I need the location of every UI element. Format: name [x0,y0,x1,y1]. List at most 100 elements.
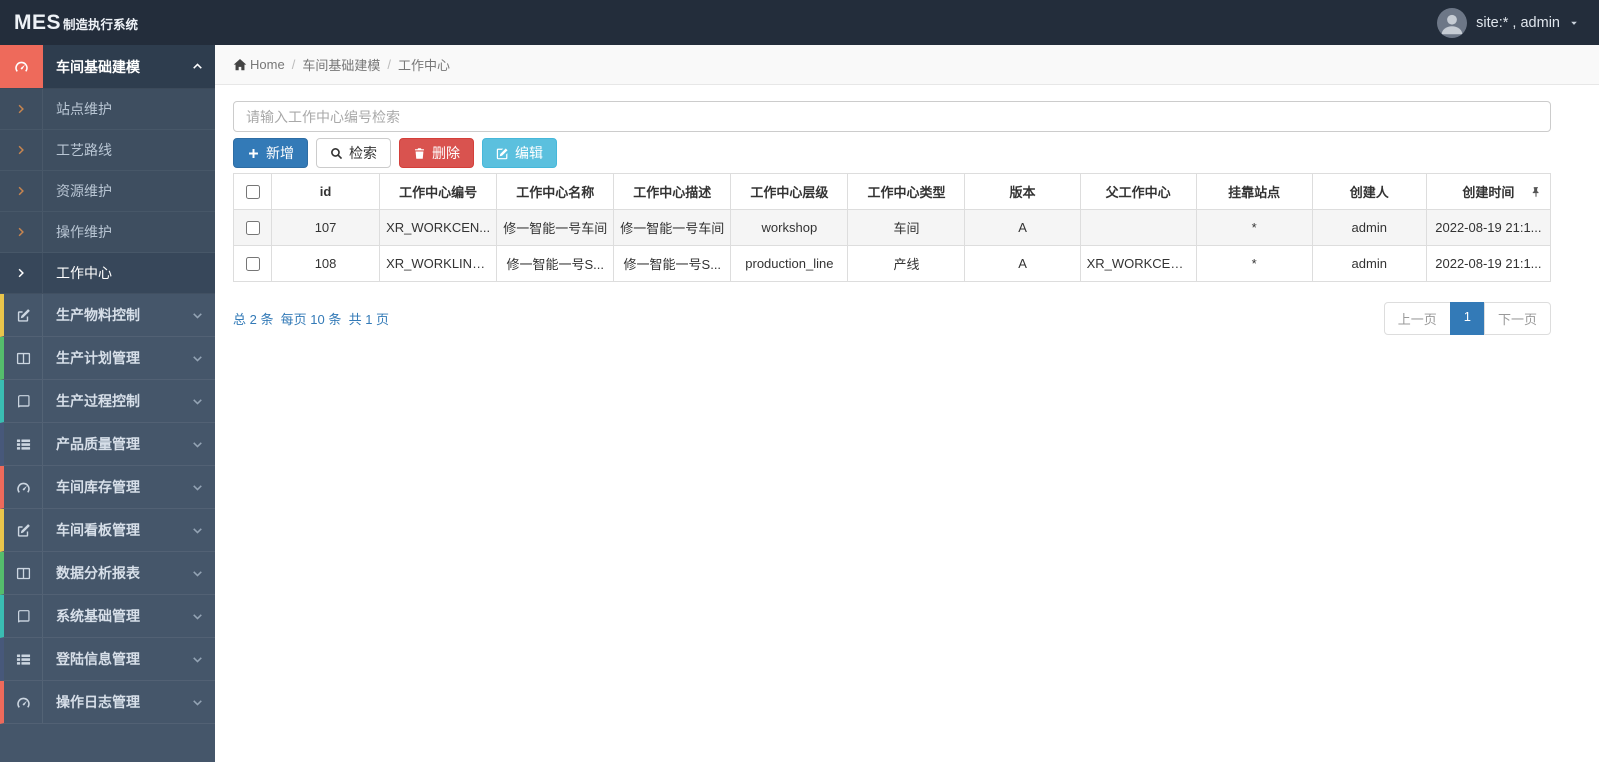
cell-site: * [1195,209,1313,246]
user-menu[interactable]: site:* , admin [1437,7,1579,38]
column-header-name[interactable]: 工作中心名称 [496,173,615,210]
app-logo[interactable]: MES 制造执行系统 [14,11,138,35]
sidebar-item-resource-maintenance[interactable]: 资源维护 [0,171,215,212]
sidebar-column: 车间基础建模 站点维护 工艺路线 资源维护 操作维护 工作中心 生产物料控制 生… [0,45,215,777]
columns-icon [4,337,43,379]
pencil-square-icon [4,294,43,336]
cell-version: A [964,209,1081,246]
add-button[interactable]: 新增 [233,138,308,168]
sidebar-item-label: 生产过程控制 [56,393,140,409]
sidebar-item-label: 操作日志管理 [56,694,140,710]
search-input[interactable] [233,101,1551,132]
sidebar-item-workshop-base-modeling[interactable]: 车间基础建模 [0,45,215,89]
sidebar-subitem-label: 工艺路线 [56,142,112,158]
search-icon [330,147,343,160]
select-all-checkbox[interactable] [245,185,260,200]
sidebar-item-label: 登陆信息管理 [56,651,140,667]
chevron-down-icon [179,525,215,536]
chevron-right-icon [0,130,43,170]
column-header-site[interactable]: 挂靠站点 [1195,173,1313,210]
sidebar-item-site-maintenance[interactable]: 站点维护 [0,89,215,130]
breadcrumb-item: 车间基础建模 [302,58,381,73]
sidebar-item-data-analysis-report[interactable]: 数据分析报表 [0,552,215,595]
chevron-up-icon [179,61,215,72]
cell-type: 车间 [847,209,966,246]
sidebar-subitem-label: 资源维护 [56,183,112,199]
dashboard-icon [0,45,43,88]
chevron-right-icon [0,253,43,293]
sidebar-item-workshop-inventory-management[interactable]: 车间库存管理 [0,466,215,509]
sidebar-item-operation-maintenance[interactable]: 操作维护 [0,212,215,253]
column-header-label: 创建时间 [1462,185,1515,200]
list-icon [4,638,43,680]
breadcrumb: Home / 车间基础建模 / 工作中心 [215,45,1599,85]
row-checkbox[interactable] [245,257,260,272]
sidebar-item-production-process-control[interactable]: 生产过程控制 [0,380,215,423]
cell-code: XR_WORKLINE... [379,245,498,282]
sidebar-item-workshop-kanban-management[interactable]: 车间看板管理 [0,509,215,552]
column-header-code[interactable]: 工作中心编号 [379,173,498,210]
pagination: 上一页 1 下一页 [1383,302,1551,335]
column-header-version[interactable]: 版本 [964,173,1081,210]
edit-button[interactable]: 编辑 [482,138,557,168]
chevron-down-icon [179,353,215,364]
cell-created-time: 2022-08-19 21:1... [1425,245,1552,282]
column-header-type[interactable]: 工作中心类型 [847,173,966,210]
chevron-down-icon [179,611,215,622]
cell-parent: XR_WORKCEN... [1079,245,1197,282]
book-icon [4,380,43,422]
delete-button-label: 删除 [432,145,460,161]
column-header-creator[interactable]: 创建人 [1311,173,1427,210]
sidebar-item-process-route[interactable]: 工艺路线 [0,130,215,171]
search-button-label: 检索 [349,145,377,161]
breadcrumb-home[interactable]: Home [250,57,285,72]
cell-description: 修一智能一号S... [613,245,732,282]
cell-creator: admin [1311,245,1427,282]
sidebar-item-label: 车间看板管理 [56,522,140,538]
next-page-button[interactable]: 下一页 [1483,302,1551,335]
sidebar-item-production-plan-management[interactable]: 生产计划管理 [0,337,215,380]
trash-icon [413,147,426,160]
sidebar-item-operation-log-management[interactable]: 操作日志管理 [0,681,215,724]
cell-parent [1079,209,1197,246]
column-header-description[interactable]: 工作中心描述 [613,173,732,210]
sidebar-item-product-quality-management[interactable]: 产品质量管理 [0,423,215,466]
table-row[interactable]: 108 XR_WORKLINE... 修一智能一号S... 修一智能一号S...… [232,245,1552,282]
sidebar-submenu: 站点维护 工艺路线 资源维护 操作维护 工作中心 [0,89,215,294]
page-1-button[interactable]: 1 [1449,302,1485,335]
sidebar-item-work-center[interactable]: 工作中心 [0,253,215,294]
sidebar-item-system-base-management[interactable]: 系统基础管理 [0,595,215,638]
column-header-id[interactable]: id [271,173,381,210]
column-header-parent[interactable]: 父工作中心 [1079,173,1197,210]
pagination-summary: 总 2 条 每页 10 条 共 1 页 [233,312,390,327]
breadcrumb-separator: / [387,57,391,72]
chevron-down-icon [179,482,215,493]
table-row[interactable]: 107 XR_WORKCEN... 修一智能一号车间 修一智能一号车间 work… [232,209,1552,246]
dashboard-icon [4,466,43,508]
column-header-level[interactable]: 工作中心层级 [730,173,849,210]
pin-icon[interactable] [1530,186,1542,198]
list-icon [4,423,43,465]
chevron-down-icon [179,439,215,450]
sidebar-item-login-info-management[interactable]: 登陆信息管理 [0,638,215,681]
breadcrumb-separator: / [291,57,296,72]
search-button[interactable]: 检索 [316,138,391,168]
add-button-label: 新增 [266,145,294,161]
logo-text-secondary: 制造执行系统 [63,17,139,32]
cell-site: * [1195,245,1313,282]
delete-button[interactable]: 删除 [399,138,474,168]
column-header-created-time[interactable]: 创建时间 [1425,173,1552,210]
sidebar-item-production-material-control[interactable]: 生产物料控制 [0,294,215,337]
chevron-down-icon [179,310,215,321]
cell-description: 修一智能一号车间 [613,209,732,246]
cell-name: 修一智能一号车间 [496,209,615,246]
sidebar-item-label: 数据分析报表 [56,565,140,581]
select-all-cell [232,173,273,210]
sidebar-item-label: 车间库存管理 [56,479,140,495]
row-checkbox[interactable] [245,221,260,236]
main-content: Home / 车间基础建模 / 工作中心 新增 检索 删除 [215,45,1599,777]
sidebar-item-label: 车间基础建模 [56,58,140,75]
cell-id: 108 [271,245,381,282]
prev-page-button[interactable]: 上一页 [1383,302,1451,335]
sidebar: 车间基础建模 站点维护 工艺路线 资源维护 操作维护 工作中心 生产物料控制 生… [0,45,215,762]
